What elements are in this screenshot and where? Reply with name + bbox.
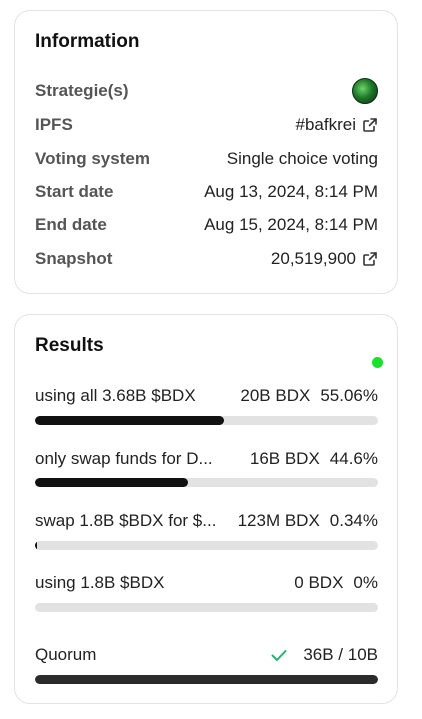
snapshot-block[interactable]: 20,519,900 (271, 249, 356, 269)
info-label: Voting system (35, 149, 150, 168)
choice-amount: 0 BDX (294, 573, 344, 592)
quorum-progress-bar (35, 675, 378, 684)
results-card: Results using all 3.68B $BDX 20B BDX 55.… (14, 314, 398, 704)
info-value[interactable] (352, 78, 378, 104)
info-row-start-date: Start date Aug 13, 2024, 8:14 PM (35, 179, 378, 205)
choice-progress-fill (35, 416, 224, 425)
choice-progress-fill (35, 478, 188, 487)
info-value: Single choice voting (226, 149, 378, 168)
quorum-progress-fill (35, 675, 378, 684)
external-link-icon[interactable] (362, 251, 378, 267)
choice-label: swap 1.8B $BDX for $... (35, 511, 217, 530)
choice-progress-fill (35, 541, 38, 550)
choice-label: using 1.8B $BDX (35, 573, 165, 592)
ipfs-link[interactable]: #bafkrei (296, 115, 378, 135)
choice-amount: 123M BDX (237, 511, 320, 530)
info-value: Aug 15, 2024, 8:14 PM (204, 215, 378, 234)
choice-percent: 0% (353, 573, 378, 592)
choice-amount: 20B BDX (240, 386, 311, 405)
choice-row: using 1.8B $BDX 0 BDX 0% (35, 571, 378, 595)
quorum-label: Quorum (35, 645, 97, 664)
info-row-ipfs: IPFS #bafkrei (35, 112, 378, 138)
quorum-value: 36B / 10B (303, 645, 378, 664)
snapshot-link[interactable]: 20,519,900 (271, 249, 378, 269)
choice-progress-bar (35, 478, 378, 487)
choice-percent: 55.06% (320, 386, 378, 405)
choice-row: using all 3.68B $BDX 20B BDX 55.06% (35, 384, 378, 408)
check-icon (271, 650, 287, 661)
choice-percent: 44.6% (329, 449, 378, 468)
choice-amount: 16B BDX (249, 449, 320, 468)
external-link-icon[interactable] (362, 117, 378, 133)
choice-progress-bar (35, 603, 378, 612)
info-label: Snapshot (35, 249, 113, 268)
ipfs-hash[interactable]: #bafkrei (296, 115, 356, 135)
quorum-row: Quorum 36B / 10B (35, 642, 378, 668)
choice-percent: 0.34% (329, 511, 378, 530)
information-card: Information Strategie(s) IPFS #bafkrei V… (14, 10, 398, 294)
choice-label: using all 3.68B $BDX (35, 386, 196, 405)
info-label: Start date (35, 182, 114, 201)
info-label: Strategie(s) (35, 81, 129, 100)
choice-row: only swap funds for D... 16B BDX 44.6% (35, 447, 378, 471)
info-row-end-date: End date Aug 15, 2024, 8:14 PM (35, 212, 378, 238)
choice-progress-bar (35, 416, 378, 425)
choice-row: swap 1.8B $BDX for $... 123M BDX 0.34% (35, 509, 378, 533)
information-title: Information (35, 31, 140, 52)
info-label: End date (35, 215, 107, 234)
active-status-dot (372, 357, 383, 368)
strategy-avatar-icon[interactable] (352, 78, 378, 104)
info-row-strategies: Strategie(s) (35, 78, 378, 104)
info-label: IPFS (35, 115, 73, 134)
choice-label: only swap funds for D... (35, 449, 213, 468)
results-title: Results (35, 335, 104, 356)
info-row-snapshot: Snapshot 20,519,900 (35, 246, 378, 272)
info-value: Aug 13, 2024, 8:14 PM (204, 182, 378, 201)
info-row-voting-system: Voting system Single choice voting (35, 146, 378, 172)
choice-progress-bar (35, 541, 378, 550)
